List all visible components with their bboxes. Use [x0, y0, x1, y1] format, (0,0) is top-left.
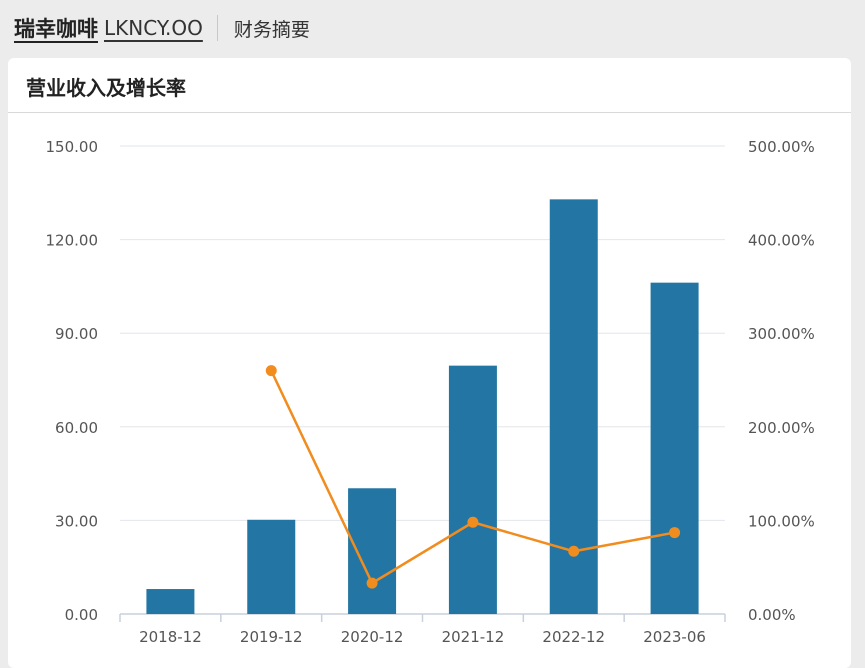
- bar-2019-12: [247, 519, 296, 614]
- right-axis-tick-label: 500.00%: [748, 138, 815, 156]
- bar-2018-12: [146, 589, 195, 614]
- bar-2021-12: [448, 365, 497, 614]
- right-axis-tick-label: 300.00%: [748, 325, 815, 343]
- left-axis-tick-label: 30.00: [55, 512, 98, 530]
- left-axis-tick-label: 150.00: [46, 138, 99, 156]
- right-axis-tick-label: 100.00%: [748, 512, 815, 530]
- growth-point-2021-12: [467, 516, 479, 528]
- right-axis-tick-label: 400.00%: [748, 232, 815, 250]
- bar-2020-12: [348, 488, 397, 614]
- x-axis-category-label: 2022-12: [542, 628, 605, 646]
- x-axis-category-label: 2020-12: [341, 628, 404, 646]
- right-axis-tick-label: 200.00%: [748, 419, 815, 437]
- revenue-growth-chart: 0.00 0.00% 30.00 100.00% 60.00 200.00% 90.00 30…: [46, 138, 815, 646]
- left-axis-tick-label: 0.00: [65, 606, 98, 624]
- left-axis-tick-label: 120.00: [46, 232, 99, 250]
- growth-point-2019-12: [265, 365, 277, 377]
- right-axis-tick-label: 0.00%: [748, 606, 796, 624]
- bar-2023-06: [650, 282, 699, 614]
- x-axis-category-label: 2018-12: [139, 628, 202, 646]
- growth-point-2023-06: [669, 527, 681, 539]
- x-axis-category-label: 2019-12: [240, 628, 303, 646]
- left-axis-tick-label: 90.00: [55, 325, 98, 343]
- left-axis-tick-label: 60.00: [55, 419, 98, 437]
- x-axis-category-label: 2023-06: [643, 628, 706, 646]
- growth-point-2020-12: [366, 577, 378, 589]
- growth-point-2022-12: [568, 545, 580, 557]
- x-axis-category-label: 2021-12: [442, 628, 505, 646]
